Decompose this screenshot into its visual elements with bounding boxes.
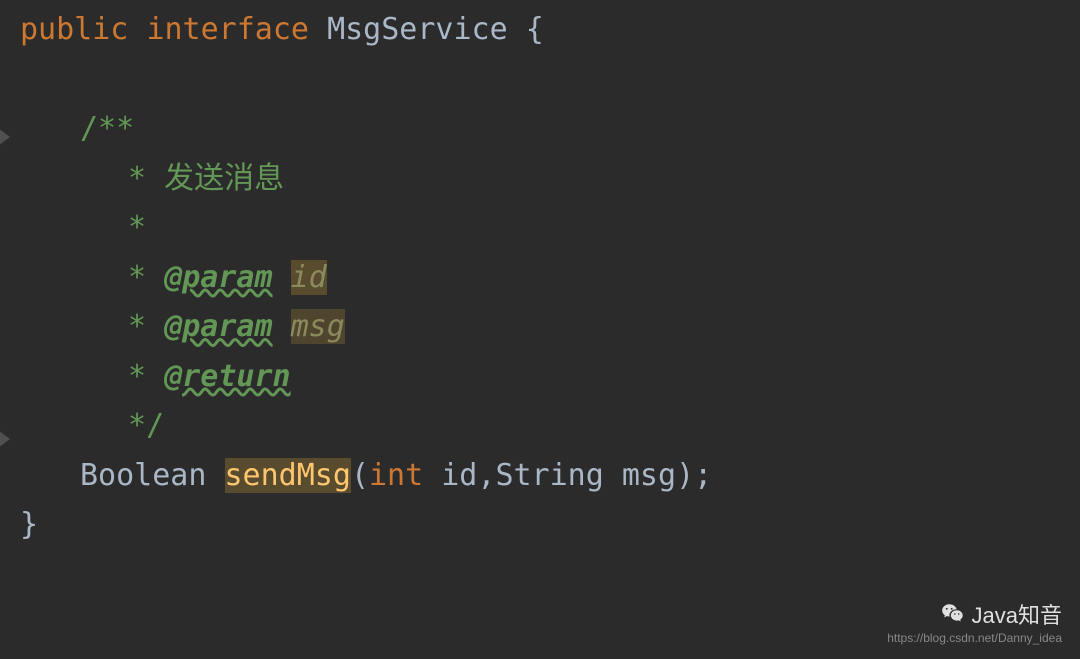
code-line: public interface MsgService {: [20, 5, 1080, 55]
keyword-interface: interface: [146, 12, 309, 47]
param-msg: msg: [291, 309, 345, 344]
doc-param: * @param id: [20, 253, 1080, 303]
doc-desc: * 发送消息: [20, 154, 1080, 204]
code-editor[interactable]: public interface MsgService { /** * 发送消息…: [0, 5, 1080, 550]
return-type: Boolean: [80, 458, 225, 493]
doc-return: * @return: [20, 352, 1080, 402]
doc-param: * @param msg: [20, 302, 1080, 352]
param-id: id: [291, 260, 327, 295]
brace-close: }: [20, 500, 1080, 550]
watermark: Java知音 https://blog.csdn.net/Danny_idea: [887, 598, 1062, 645]
class-name: MsgService: [327, 12, 508, 47]
method-line: Boolean sendMsg(int id,String msg);: [20, 451, 1080, 501]
doctag-param: @param: [164, 309, 272, 344]
keyword-public: public: [20, 12, 128, 47]
watermark-top: Java知音: [887, 598, 1062, 630]
brace-open: {: [508, 12, 544, 47]
doctag-return: @return: [164, 359, 290, 394]
doc-open: /**: [20, 104, 1080, 154]
type-string: String: [495, 458, 603, 493]
method-name: sendMsg: [225, 458, 351, 493]
keyword-int: int: [369, 458, 423, 493]
watermark-title: Java知音: [972, 598, 1062, 630]
doc-close: */: [20, 401, 1080, 451]
watermark-url: https://blog.csdn.net/Danny_idea: [887, 631, 1062, 645]
wechat-icon: [940, 601, 966, 627]
doc-empty: *: [20, 203, 1080, 253]
doctag-param: @param: [164, 260, 272, 295]
blank-line: [20, 55, 1080, 105]
